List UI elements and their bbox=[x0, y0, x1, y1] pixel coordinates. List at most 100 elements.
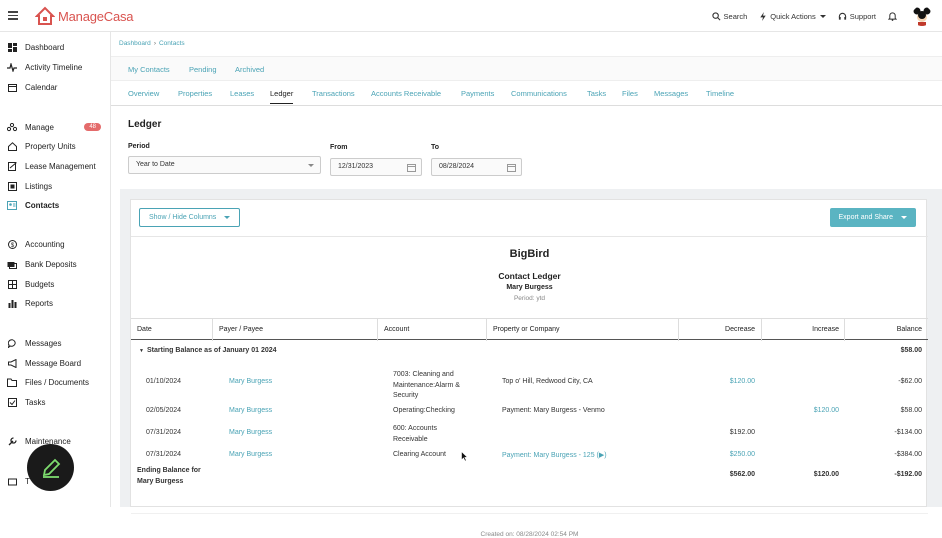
from-date-input[interactable]: 12/31/2023 bbox=[330, 158, 422, 176]
bell-icon bbox=[888, 12, 897, 21]
sidebar-item-label: Messages bbox=[25, 338, 62, 348]
reports-icon bbox=[7, 298, 17, 308]
sidebar-item-messages[interactable]: Messages bbox=[7, 338, 107, 348]
tab-files[interactable]: Files bbox=[622, 89, 638, 98]
column-header-payee[interactable]: Payer / Payee bbox=[219, 326, 263, 333]
column-header-property[interactable]: Property or Company bbox=[493, 326, 560, 333]
sidebar-item-label: Files / Documents bbox=[25, 377, 90, 387]
column-header-decrease[interactable]: Decrease bbox=[725, 326, 755, 333]
folder-icon bbox=[7, 377, 17, 387]
sidebar-item-contacts[interactable]: Contacts bbox=[7, 200, 107, 210]
row-decrease-link[interactable]: $120.00 bbox=[730, 378, 755, 385]
row-date: 07/31/2024 bbox=[146, 451, 182, 458]
show-hide-columns-button[interactable]: Show / Hide Columns bbox=[139, 208, 241, 227]
subtab-archived[interactable]: Archived bbox=[235, 65, 264, 74]
tab-timeline[interactable]: Timeline bbox=[706, 89, 734, 98]
row-payee-link[interactable]: Mary Burgess bbox=[229, 429, 272, 436]
wrench-icon bbox=[7, 436, 17, 446]
page-title: Ledger bbox=[128, 119, 162, 130]
house-logo-icon bbox=[35, 6, 55, 25]
megaphone-icon bbox=[7, 358, 17, 368]
column-divider bbox=[377, 319, 378, 341]
sidebar-item-budgets[interactable]: Budgets bbox=[7, 279, 107, 289]
main-content: Dashboard › Contacts My Contacts Pending A… bbox=[111, 32, 942, 538]
tab-tasks[interactable]: Tasks bbox=[587, 89, 606, 98]
row-date: 07/31/2024 bbox=[146, 429, 182, 436]
sidebar-item-label: Reports bbox=[25, 298, 54, 308]
calendar-icon bbox=[507, 164, 516, 172]
manage-count-badge: 48 bbox=[84, 123, 101, 131]
row-increase-link[interactable]: $120.00 bbox=[814, 407, 839, 414]
tab-transactions[interactable]: Transactions bbox=[312, 89, 355, 98]
row-decrease-link[interactable]: $250.00 bbox=[730, 451, 755, 458]
column-header-increase[interactable]: Increase bbox=[812, 326, 839, 333]
row-payee-link[interactable]: Mary Burgess bbox=[229, 407, 272, 414]
tab-properties[interactable]: Properties bbox=[178, 89, 212, 98]
sidebar-item-tasks[interactable]: Tasks bbox=[7, 397, 107, 407]
tab-ledger[interactable]: Ledger bbox=[270, 89, 294, 104]
sidebar-item-lease-management[interactable]: Lease Management bbox=[7, 161, 107, 171]
tab-accounts-receivable[interactable]: Accounts Receivable bbox=[371, 89, 441, 98]
sidebar-item-calendar[interactable]: Calendar bbox=[7, 82, 107, 92]
manage-icon bbox=[7, 122, 17, 132]
tab-overview[interactable]: Overview bbox=[128, 89, 159, 98]
starting-balance-label: Starting Balance as of January 01 2024 bbox=[147, 347, 277, 354]
notifications-button[interactable] bbox=[888, 11, 900, 21]
breadcrumb-contacts-link[interactable]: Contacts bbox=[159, 40, 185, 47]
row-property-link[interactable]: Payment: Mary Burgess - 125 (▶) bbox=[502, 451, 607, 459]
row-property: Payment: Mary Burgess - Venmo bbox=[502, 407, 605, 414]
sidebar-item-accounting[interactable]: $ Accounting bbox=[7, 239, 107, 249]
sidebar-item-listings[interactable]: Listings bbox=[7, 181, 107, 191]
sidebar-item-message-board[interactable]: Message Board bbox=[7, 358, 107, 368]
row-payee-link[interactable]: Mary Burgess bbox=[229, 451, 272, 458]
chevron-right-icon: › bbox=[153, 40, 156, 47]
to-date-input[interactable]: 08/28/2024 bbox=[431, 158, 522, 176]
subtab-pending[interactable]: Pending bbox=[189, 65, 217, 74]
tab-messages[interactable]: Messages bbox=[654, 89, 688, 98]
divider bbox=[131, 513, 928, 514]
tenant-icon bbox=[7, 476, 17, 486]
company-name: BigBird bbox=[509, 248, 550, 260]
starting-balance-value: $58.00 bbox=[900, 347, 922, 354]
report-title: Contact Ledger bbox=[498, 271, 561, 281]
period-select[interactable]: Year to Date bbox=[128, 156, 321, 174]
tab-leases[interactable]: Leases bbox=[230, 89, 254, 98]
row-balance: -$62.00 bbox=[898, 378, 922, 385]
app-logo[interactable]: ManageCasa bbox=[35, 6, 134, 26]
calendar-icon bbox=[7, 82, 17, 92]
user-avatar[interactable] bbox=[912, 6, 932, 26]
listings-icon bbox=[7, 181, 17, 191]
breadcrumb-dashboard-link[interactable]: Dashboard bbox=[119, 40, 151, 47]
sidebar-item-manage[interactable]: Manage 48 bbox=[7, 122, 107, 132]
column-header-account[interactable]: Account bbox=[384, 326, 409, 333]
show-hide-columns-label: Show / Hide Columns bbox=[149, 214, 217, 221]
subtab-my-contacts[interactable]: My Contacts bbox=[128, 65, 170, 74]
sidebar-item-dashboard[interactable]: Dashboard bbox=[7, 42, 107, 52]
support-label: Support bbox=[849, 11, 876, 21]
chevron-down-icon bbox=[224, 216, 231, 219]
sidebar-item-property-units[interactable]: Property Units bbox=[7, 141, 107, 151]
period-label: Period bbox=[128, 143, 150, 150]
contact-name: Mary Burgess bbox=[506, 284, 553, 291]
edit-fab-button[interactable] bbox=[27, 444, 74, 491]
support-button[interactable]: Support bbox=[838, 12, 876, 21]
hamburger-menu-icon[interactable] bbox=[8, 9, 18, 21]
sidebar-item-reports[interactable]: Reports bbox=[7, 298, 107, 308]
tab-communications[interactable]: Communications bbox=[511, 89, 567, 98]
search-button[interactable]: Search bbox=[711, 11, 747, 21]
column-header-date[interactable]: Date bbox=[137, 326, 152, 333]
sidebar-item-activity-timeline[interactable]: Activity Timeline bbox=[7, 62, 107, 72]
lightning-icon bbox=[760, 11, 766, 21]
sidebar-item-bank-deposits[interactable]: Bank Deposits bbox=[7, 259, 107, 269]
caret-down-icon: ▼ bbox=[139, 348, 144, 354]
column-header-balance[interactable]: Balance bbox=[897, 326, 922, 333]
from-label: From bbox=[330, 144, 348, 151]
tasks-icon bbox=[7, 397, 17, 407]
export-and-share-button[interactable]: Export and Share bbox=[829, 208, 916, 227]
sidebar-item-files-documents[interactable]: Files / Documents bbox=[7, 377, 107, 387]
sidebar-item-label: Calendar bbox=[25, 82, 58, 92]
row-payee-link[interactable]: Mary Burgess bbox=[229, 378, 272, 385]
tab-payments[interactable]: Payments bbox=[461, 89, 494, 98]
search-icon bbox=[711, 11, 720, 20]
quick-actions-button[interactable]: Quick Actions bbox=[759, 11, 826, 21]
